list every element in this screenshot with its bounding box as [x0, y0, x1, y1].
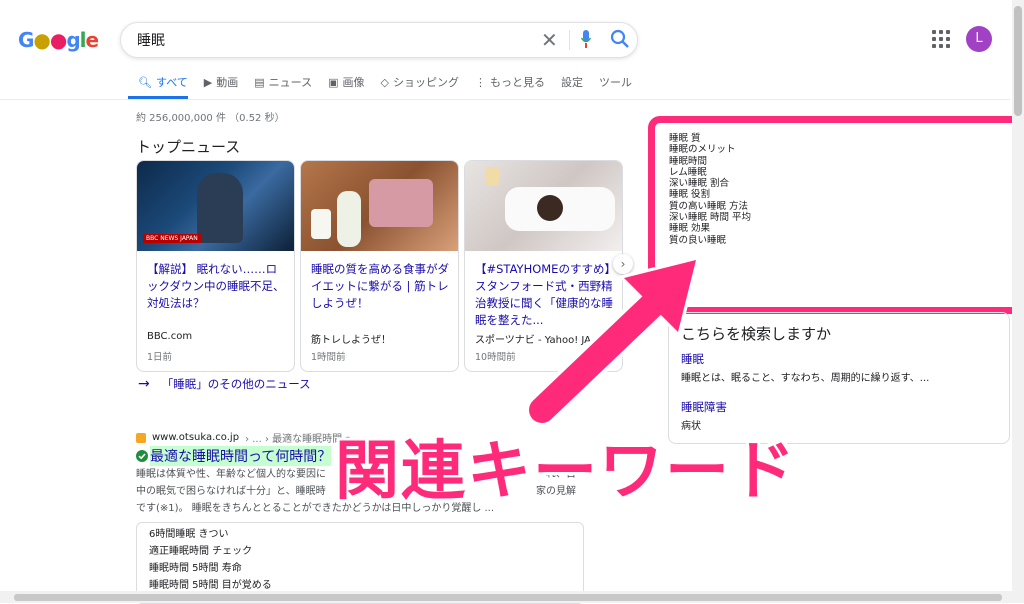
annotation-label: 関連キーワード: [335, 435, 797, 509]
tab-all[interactable]: 🔍︎ すべて: [130, 72, 196, 92]
search-icon[interactable]: [609, 28, 631, 50]
tab-news[interactable]: ▤ ニュース: [246, 72, 320, 92]
tab-label: 設定: [560, 76, 583, 89]
clear-icon[interactable]: ✕: [541, 28, 558, 52]
tab-label: ツール: [598, 76, 632, 89]
avatar[interactable]: L: [966, 26, 992, 52]
header-divider: [0, 99, 1010, 100]
news-card-time: 1日前: [147, 352, 173, 363]
keyword-item: 睡眠時間: [669, 155, 708, 167]
tab-label: すべて: [155, 76, 188, 89]
news-card-time: 1時間前: [311, 352, 346, 363]
tab-label: もっと見る: [489, 76, 545, 89]
news-card-title[interactable]: 睡眠の質を高める食事がダイエットに繋がる | 筋トレしようぜ！: [311, 261, 451, 312]
tab-shopping[interactable]: ◇ ショッピング: [373, 72, 467, 92]
news-card-source: BBC.com: [147, 331, 193, 342]
site-favicon: [136, 432, 146, 443]
annotation-arrow: [525, 256, 700, 427]
news-card-source: 筋トレしようぜ！: [311, 335, 391, 346]
tab-label: 動画: [216, 76, 239, 89]
tab-settings[interactable]: 設定: [553, 72, 591, 92]
result-stats: 約 256,000,000 件 （0.52 秒）: [136, 113, 285, 124]
news-card-title[interactable]: 【解説】 眠れない……ロックダウン中の睡眠不足、対処法は？: [147, 261, 287, 312]
visited-check-icon: [136, 447, 148, 466]
result-site-line: www.otsuka.co.jp › ... › 最適な睡眠時間っ: [136, 430, 352, 445]
search-box[interactable]: ✕: [120, 22, 638, 58]
arrow-right-icon: →: [138, 376, 150, 392]
google-logo[interactable]: G●●gle: [18, 28, 99, 52]
related-keywords-list: 睡眠 質 睡眠のメリット 睡眠時間 レム睡眠 深い睡眠 割合 睡眠 役割 質の高…: [669, 133, 751, 246]
tab-images[interactable]: ▣ 画像: [320, 72, 372, 92]
tab-more[interactable]: ⋮ もっと見る: [467, 72, 553, 92]
video-icon: ▶: [203, 75, 213, 89]
keyword-item: 質の良い睡眠: [669, 234, 727, 246]
search-icon: 🔍︎: [138, 75, 152, 89]
tab-label: ニュース: [268, 76, 313, 89]
search-input[interactable]: [135, 29, 519, 51]
keyword-item: 質の高い睡眠 方法: [669, 200, 749, 212]
more-vert-icon: ⋮: [474, 75, 486, 89]
news-card-time: 10時間前: [475, 352, 516, 363]
news-icon: ▤: [254, 75, 265, 89]
related-search-item[interactable]: 6時間睡眠 きつい: [137, 526, 583, 543]
news-thumbnail: BBC NEWS JAPAN: [137, 161, 294, 251]
news-card[interactable]: 睡眠の質を高める食事がダイエットに繋がる | 筋トレしようぜ！ 筋トレしようぜ！…: [300, 160, 459, 372]
keyword-item: 深い睡眠 割合: [669, 178, 730, 190]
result-site: www.otsuka.co.jp: [152, 432, 240, 443]
snippet-line: 睡眠は体質や性、年齢など個人的な要因に: [136, 469, 326, 480]
news-thumbnail: [301, 161, 458, 251]
image-icon: ▣: [328, 75, 339, 89]
keyword-item: 睡眠 効果: [669, 223, 711, 235]
more-news-link[interactable]: → 「睡眠」のその他のニュース: [138, 376, 311, 392]
snippet-line: 中の眠気で困らなければ十分」と、睡眠時: [136, 486, 326, 497]
search-tabs: 🔍︎ すべて ▶ 動画 ▤ ニュース ▣ 画像 ◇ ショッピング ⋮ もっと見る 設定 ツー…: [130, 72, 640, 98]
tag-icon: ◇: [380, 75, 389, 89]
tab-videos[interactable]: ▶ 動画: [196, 72, 246, 92]
tab-label: ショッピング: [392, 76, 459, 89]
tab-label: 画像: [342, 76, 365, 89]
bbc-news-japan-logo: BBC NEWS JAPAN: [143, 234, 201, 243]
microphone-icon[interactable]: [581, 29, 591, 49]
search-divider: [569, 30, 570, 50]
vertical-scroll-thumb[interactable]: [1014, 6, 1022, 116]
news-thumbnail: [465, 161, 622, 251]
related-search-item[interactable]: 適正睡眠時間 チェック: [137, 543, 583, 560]
top-news-heading: トップニュース: [136, 138, 241, 156]
keyword-item: 深い睡眠 時間 平均: [669, 212, 752, 224]
horizontal-scroll-thumb[interactable]: [14, 594, 1002, 601]
keyword-item: 睡眠 役割: [669, 189, 711, 201]
more-news-label: 「睡眠」のその他のニュース: [161, 377, 311, 391]
apps-grid-icon[interactable]: [932, 30, 950, 48]
keyword-item: レム睡眠: [669, 166, 707, 178]
keyword-item: 睡眠のメリット: [669, 144, 736, 156]
news-card[interactable]: BBC NEWS JAPAN 【解説】 眠れない……ロックダウン中の睡眠不足、対…: [136, 160, 295, 372]
result-title-link[interactable]: 最適な睡眠時間って何時間？: [150, 446, 332, 466]
related-search-item[interactable]: 睡眠時間 5時間 寿命: [137, 560, 583, 577]
tab-tools[interactable]: ツール: [591, 72, 640, 92]
keyword-item: 睡眠 質: [669, 133, 701, 144]
